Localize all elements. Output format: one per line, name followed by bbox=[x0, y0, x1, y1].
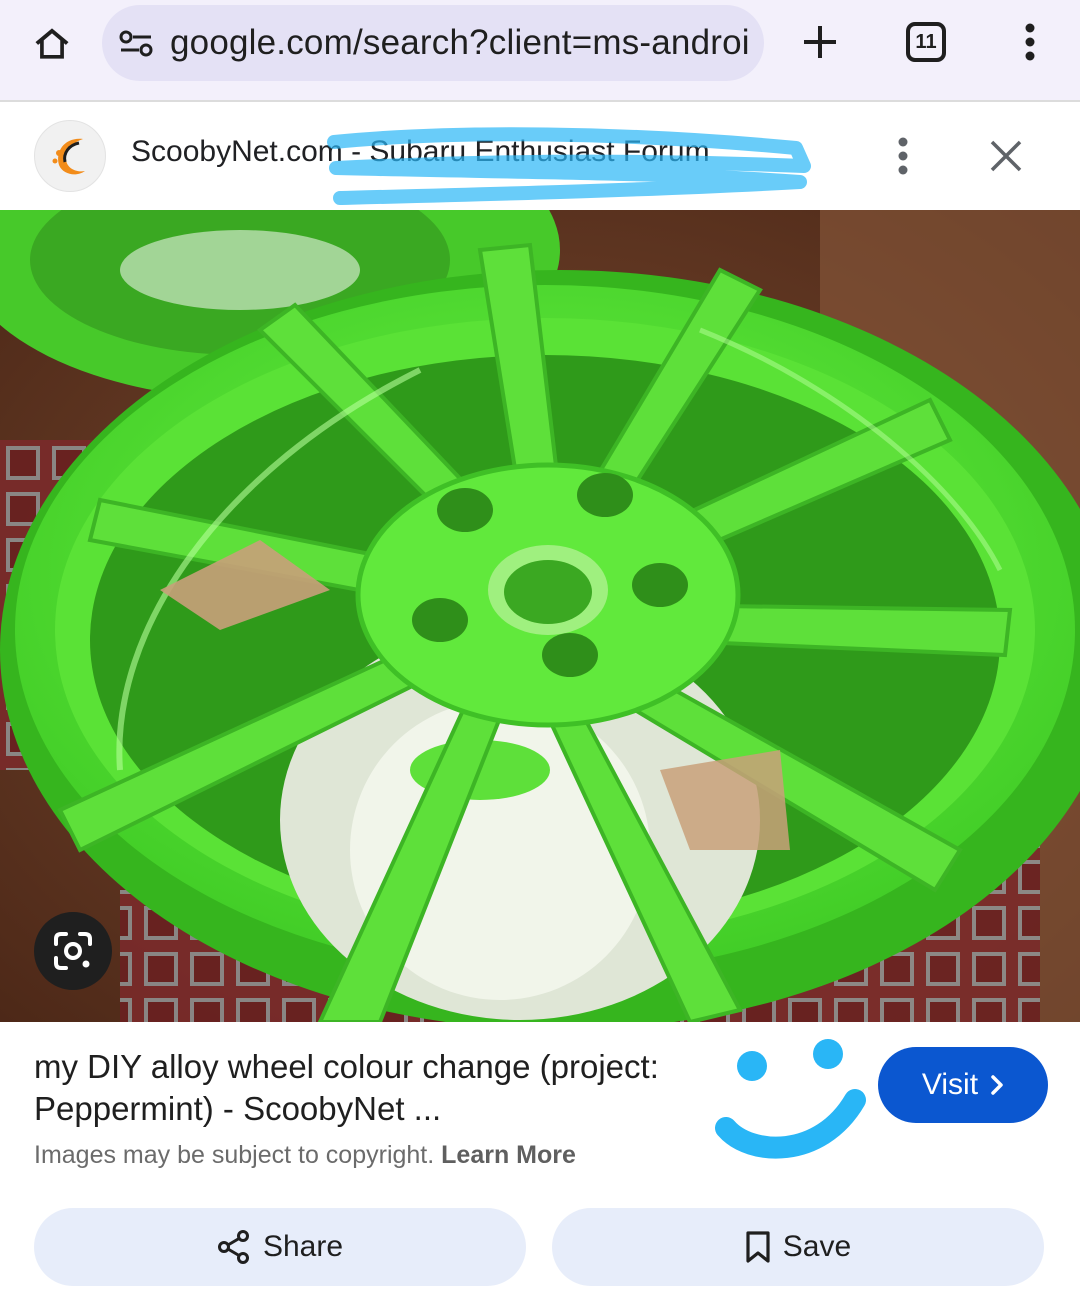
smiley-scribble bbox=[715, 1039, 866, 1159]
site-settings-button[interactable] bbox=[116, 23, 156, 63]
copyright-notice: Images may be subject to copyright. Lear… bbox=[34, 1141, 576, 1170]
home-button[interactable] bbox=[22, 14, 82, 74]
plus-icon bbox=[804, 26, 836, 58]
more-vert-icon bbox=[898, 137, 908, 175]
chevron-right-icon bbox=[991, 1075, 1003, 1095]
close-icon bbox=[990, 140, 1022, 172]
tab-count: 11 bbox=[915, 30, 937, 53]
copyright-text: Images may be subject to copyright. bbox=[34, 1141, 435, 1169]
share-button[interactable]: Share bbox=[34, 1208, 526, 1286]
lens-button[interactable] bbox=[34, 912, 112, 990]
browser-toolbar: google.com/search?client=ms-androi 11 bbox=[0, 0, 1080, 100]
tab-switcher-icon: 11 bbox=[906, 22, 946, 62]
source-menu-button[interactable] bbox=[878, 128, 928, 184]
browser-menu-button[interactable] bbox=[1000, 12, 1060, 72]
address-bar[interactable]: google.com/search?client=ms-androi bbox=[102, 5, 764, 81]
result-image[interactable] bbox=[0, 210, 1080, 1022]
tab-switcher-button[interactable]: 11 bbox=[896, 12, 956, 72]
save-label: Save bbox=[782, 1230, 852, 1263]
tune-icon bbox=[119, 30, 153, 57]
lens-icon bbox=[54, 932, 92, 970]
bookmark-icon bbox=[746, 1231, 770, 1263]
close-button[interactable] bbox=[980, 128, 1032, 184]
visit-label: Visit bbox=[921, 1068, 979, 1101]
home-icon bbox=[35, 28, 69, 59]
visit-button[interactable]: Visit bbox=[878, 1047, 1048, 1123]
share-label: Share bbox=[262, 1230, 344, 1263]
more-vert-icon bbox=[1025, 23, 1035, 61]
highlight-scribble bbox=[327, 127, 811, 205]
url-text[interactable]: google.com/search?client=ms-androi bbox=[170, 23, 750, 63]
save-button[interactable]: Save bbox=[552, 1208, 1044, 1286]
new-tab-button[interactable] bbox=[790, 12, 850, 72]
learn-more-link[interactable]: Learn More bbox=[441, 1141, 576, 1169]
share-icon bbox=[217, 1230, 249, 1264]
site-favicon bbox=[34, 120, 106, 192]
result-title[interactable]: my DIY alloy wheel colour change (projec… bbox=[34, 1046, 724, 1130]
